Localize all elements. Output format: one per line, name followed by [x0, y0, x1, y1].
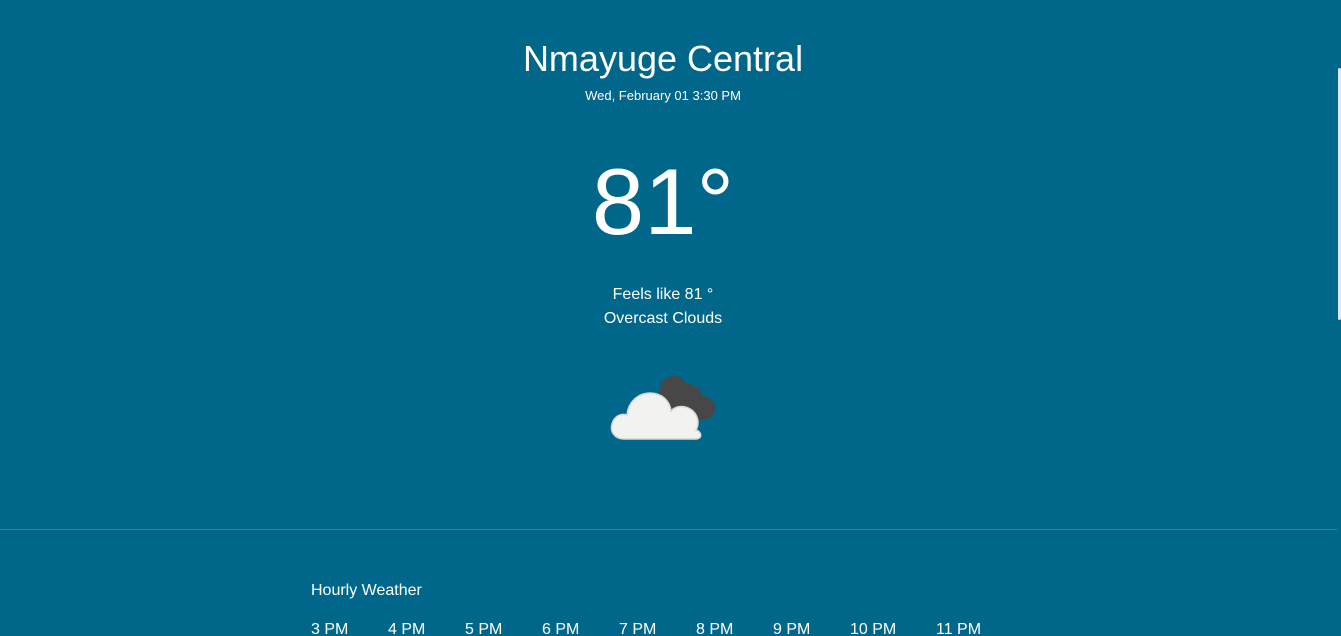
- hourly-item-7pm: 7 PM: [619, 621, 657, 636]
- current-datetime: Wed, February 01 3:30 PM: [585, 88, 741, 103]
- hourly-weather-list[interactable]: 3 PM 4 PM 5 PM 6 PM 7 PM 8 PM 9 PM 10 PM…: [311, 619, 996, 636]
- weather-page: Nmayuge Central Wed, February 01 3:30 PM…: [0, 0, 1341, 636]
- hourly-item-8pm: 8 PM: [696, 621, 734, 636]
- section-divider: [0, 529, 1338, 530]
- hourly-item-10pm: 10 PM: [850, 621, 897, 636]
- hourly-item-4pm: 4 PM: [388, 621, 426, 636]
- hourly-item-5pm: 5 PM: [465, 621, 503, 636]
- hourly-item-9pm: 9 PM: [773, 621, 811, 636]
- hourly-weather-title: Hourly Weather: [311, 582, 422, 599]
- overcast-clouds-icon: [607, 368, 723, 448]
- city-name: Nmayuge Central: [522, 38, 804, 79]
- hourly-item-11pm: 11 PM: [936, 621, 982, 636]
- weather-condition: Overcast Clouds: [603, 310, 723, 327]
- hourly-item-3pm: 3 PM: [311, 621, 349, 636]
- hourly-item-6pm: 6 PM: [542, 621, 580, 636]
- current-temperature: 81°: [591, 149, 735, 254]
- feels-like-text: Feels like 81 °: [612, 286, 714, 303]
